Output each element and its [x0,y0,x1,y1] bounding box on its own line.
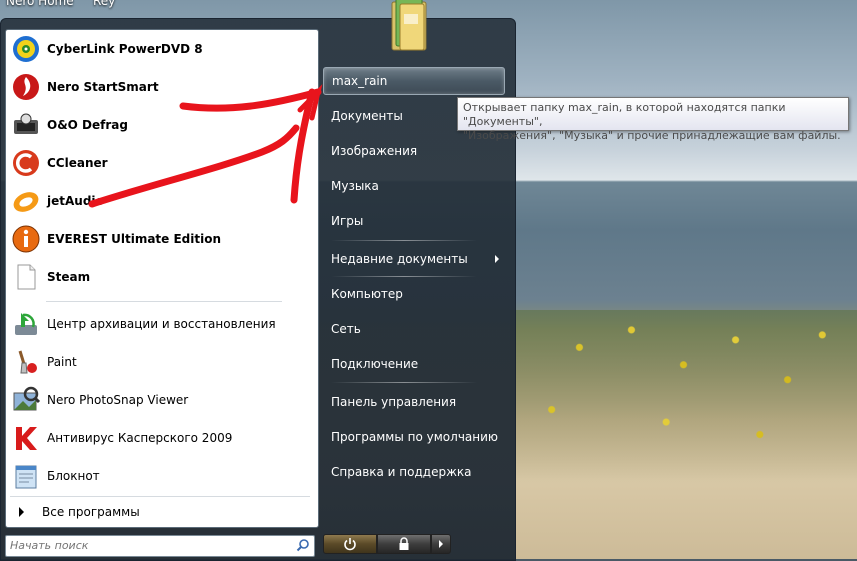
right-item-network[interactable]: Сеть [323,316,505,342]
paint-icon [10,346,42,378]
program-label: EVEREST Ultimate Edition [47,232,222,246]
program-item-nero-startsmart[interactable]: Nero StartSmart [6,68,318,106]
right-item-recent-documents[interactable]: Недавние документы [323,246,505,272]
right-item-control-panel[interactable]: Панель управления [323,389,505,415]
right-item-label: Панель управления [331,395,457,409]
right-item-games[interactable]: Игры [323,208,505,234]
user-folder-tooltip: Открывает папку max_rain, в которой нахо… [457,97,849,142]
program-label: Paint [47,355,77,369]
powerdvd-icon [10,33,42,65]
right-item-connect-to[interactable]: Подключение [323,351,505,377]
right-item-label: Музыка [331,179,379,193]
power-button[interactable] [323,534,377,554]
search-input[interactable] [6,536,290,554]
photosnap-icon [10,384,42,416]
program-item-steam[interactable]: Steam [6,258,318,296]
all-programs-label: Все программы [42,505,140,519]
program-label: Nero StartSmart [47,80,159,94]
right-item-computer[interactable]: Компьютер [323,281,505,307]
kaspersky-icon [10,422,42,454]
program-label: Антивирус Касперского 2009 [47,431,233,445]
right-separator [331,240,477,241]
right-item-label: Подключение [331,357,419,371]
power-icon [344,538,356,551]
right-item-label: Документы [331,109,403,123]
program-label: CyberLink PowerDVD 8 [47,42,203,56]
program-item-powerdvd[interactable]: CyberLink PowerDVD 8 [6,30,318,68]
right-item-label: Справка и поддержка [331,465,472,479]
program-label: Steam [47,270,91,284]
program-item-oo-defrag[interactable]: O&O Defrag [6,106,318,144]
all-programs-separator [10,496,310,497]
right-item-default-programs[interactable]: Программы по умолчанию [323,424,505,450]
right-item-music[interactable]: Музыка [323,173,505,199]
chevron-right-icon [439,540,443,548]
program-label: Блокнот [47,469,100,483]
program-item-notepad[interactable]: Блокнот [6,457,318,495]
dune-grass [510,310,857,559]
program-item-ccleaner[interactable]: CCleaner [6,144,318,182]
tooltip-line: "Изображения", "Музыка" и прочие принадл… [463,129,841,142]
right-separator [331,276,477,277]
desktop-icon-label-nero-home[interactable]: Nero Home [6,0,74,8]
user-folder-button[interactable]: max_rain [323,67,505,95]
start-menu: CyberLink PowerDVD 8 Nero StartSmart O&O… [0,18,516,561]
right-item-label: Сеть [331,322,361,336]
lock-button[interactable] [377,534,431,554]
right-separator [331,382,477,383]
program-label: Nero PhotoSnap Viewer [47,393,189,407]
user-name-label: max_rain [332,74,388,88]
programs-pane: CyberLink PowerDVD 8 Nero StartSmart O&O… [5,29,319,528]
right-item-label: Компьютер [331,287,403,301]
shutdown-options-button[interactable] [431,534,451,554]
backup-icon [10,308,42,340]
right-item-label: Программы по умолчанию [331,430,499,444]
chevron-right-icon [19,507,24,517]
program-item-jetaudio[interactable]: jetAudio [6,182,318,220]
user-picture-folder-icon[interactable] [388,0,432,54]
program-label: CCleaner [47,156,108,170]
right-item-help-support[interactable]: Справка и поддержка [323,459,505,485]
program-label: Центр архивации и восстановления [47,317,276,331]
right-item-label: Изображения [331,144,418,158]
pinned-separator [46,301,282,302]
jetaudio-icon [10,185,42,217]
search-box[interactable] [5,535,315,557]
program-item-backup-center[interactable]: Центр архивации и восстановления [6,305,318,343]
ccleaner-icon [10,147,42,179]
all-programs-button[interactable]: Все программы [6,501,318,523]
right-item-label: Игры [331,214,364,228]
desktop-icon-label-rey[interactable]: Rey [93,0,115,8]
document-icon [10,261,42,293]
everest-icon [10,223,42,255]
program-item-paint[interactable]: Paint [6,343,318,381]
program-label: O&O Defrag [47,118,128,132]
program-item-kaspersky[interactable]: Антивирус Касперского 2009 [6,419,318,457]
notepad-icon [10,460,42,492]
program-item-everest[interactable]: EVEREST Ultimate Edition [6,220,318,258]
nero-icon [10,71,42,103]
search-icon[interactable] [296,538,310,552]
lock-icon [399,537,409,550]
program-label: jetAudio [47,194,104,208]
program-item-nero-photosnap[interactable]: Nero PhotoSnap Viewer [6,381,318,419]
right-item-label: Недавние документы [331,252,468,266]
submenu-arrow-icon [495,255,499,263]
tooltip-line: Открывает папку max_rain, в которой нахо… [463,101,786,128]
power-controls [323,534,451,556]
defrag-icon [10,109,42,141]
